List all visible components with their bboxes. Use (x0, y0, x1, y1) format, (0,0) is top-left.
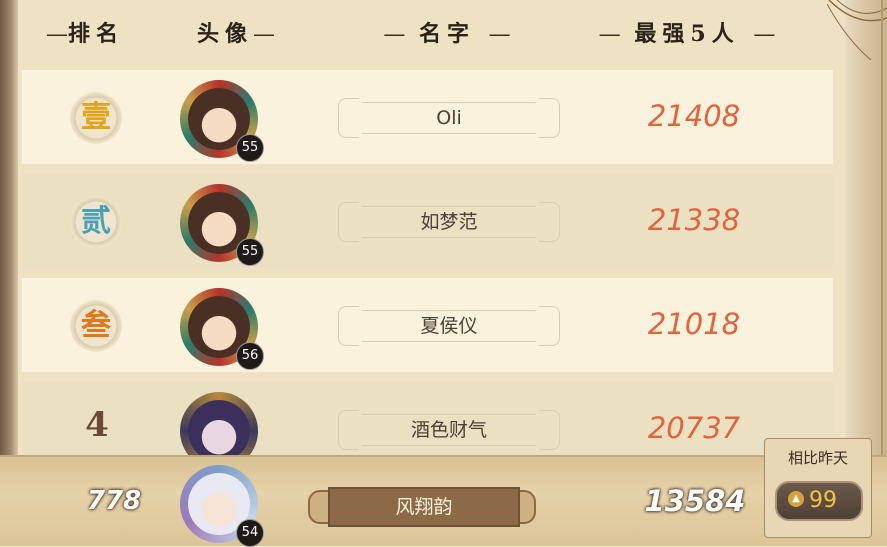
self-power: 13584 (644, 484, 746, 518)
rank-badge-1: 壹 (70, 92, 122, 144)
up-arrow-icon: ▲ (788, 491, 804, 507)
rank-label-1: 壹 (81, 100, 111, 135)
header-name-label: 名字 (418, 21, 475, 47)
compare-label: 相比昨天 (787, 449, 848, 467)
header-name: — 名字 — (383, 21, 511, 47)
level-badge-3: 56 (236, 342, 264, 370)
name-plate-right-bracket (539, 202, 560, 242)
rank-label-3: 叁 (81, 308, 111, 343)
player-name-1: Oli (362, 102, 536, 134)
level-badge-2: 55 (236, 238, 264, 266)
name-plate-left-bracket (338, 202, 359, 242)
power-value-4: 20737 (647, 411, 741, 445)
self-name: 风翔韵 (328, 487, 520, 527)
header-avatar-label: 头像 (196, 21, 253, 47)
compare-pill: ▲ 99 (775, 481, 863, 521)
player-avatar-3[interactable]: 56 (180, 288, 264, 370)
ranking-row-1[interactable]: 壹 55 Oli 21408 (22, 70, 833, 164)
name-plate-2: 如梦范 (338, 202, 560, 242)
power-value-3: 21018 (647, 307, 741, 341)
rank-badge-3: 叁 (70, 300, 122, 352)
name-plate-left-bracket (338, 98, 359, 138)
player-avatar-1[interactable]: 55 (180, 80, 264, 162)
power-value-2: 21338 (647, 203, 741, 237)
player-name-4: 酒色财气 (362, 414, 536, 446)
ranking-row-3[interactable]: 叁 56 夏侯仪 21018 (22, 278, 833, 372)
name-plate-left-bracket (338, 410, 359, 450)
header-rank: —排名 (45, 21, 124, 47)
self-rank-bar: 778 54 风翔韵 13584 (0, 455, 887, 547)
name-plate-3: 夏侯仪 (338, 306, 560, 346)
header-rank-label: 排名 (67, 21, 124, 47)
self-avatar[interactable]: 54 (180, 465, 264, 547)
corner-ornament-icon (827, 0, 887, 60)
power-value-1: 21408 (647, 99, 741, 133)
rank-badge-2: 贰 (70, 196, 122, 248)
name-plate-right-bracket (539, 306, 560, 346)
player-name-2: 如梦范 (362, 206, 536, 238)
header-power: — 最强5人 — (598, 21, 776, 47)
player-name-3: 夏侯仪 (362, 310, 536, 342)
self-rank: 778 (86, 486, 142, 516)
name-plate-right-bracket (539, 410, 560, 450)
player-avatar-2[interactable]: 55 (180, 184, 264, 266)
self-name-plate: 风翔韵 (308, 487, 536, 527)
ranking-row-2[interactable]: 贰 55 如梦范 21338 (22, 174, 833, 268)
avatar-portrait (188, 400, 250, 462)
rank-label-2: 贰 (81, 204, 111, 239)
name-plate-left-bracket (338, 306, 359, 346)
name-plate-right-bracket (539, 98, 560, 138)
compare-value: 99 (809, 488, 837, 513)
rank-label-4: 4 (85, 405, 109, 445)
self-level-badge: 54 (236, 519, 264, 547)
column-header: —排名 头像— — 名字 — — 最强5人 — (18, 0, 845, 68)
name-plate-4: 酒色财气 (338, 410, 560, 450)
name-plate-1: Oli (338, 98, 560, 138)
level-badge-1: 55 (236, 134, 264, 162)
compare-yesterday-panel: 相比昨天 ▲ 99 (764, 438, 872, 538)
header-avatar: 头像— (196, 21, 275, 47)
header-power-label: 最强5人 (634, 21, 740, 47)
